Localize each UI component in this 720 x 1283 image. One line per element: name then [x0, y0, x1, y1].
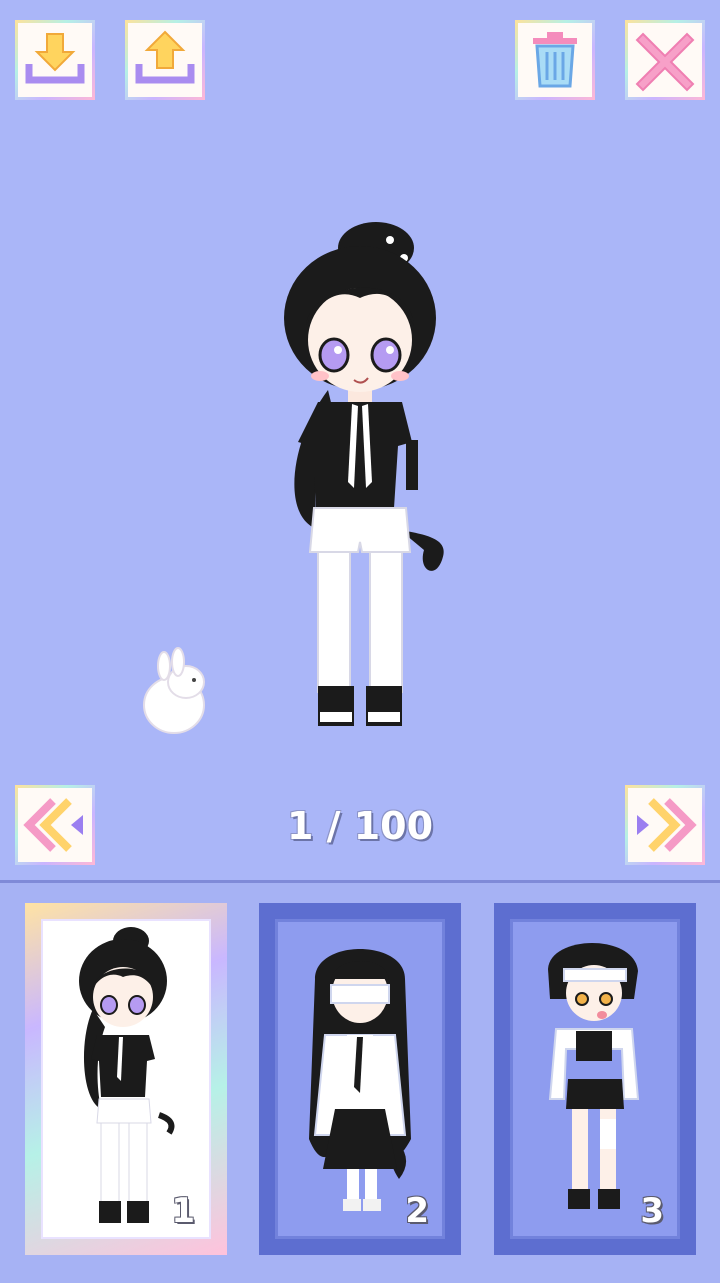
slot-number: 2: [405, 1191, 429, 1231]
close-button[interactable]: [625, 20, 705, 100]
download-button[interactable]: [15, 20, 95, 100]
slot-number: 3: [640, 1191, 664, 1231]
bunny-pet: [143, 647, 205, 734]
upload-button[interactable]: [125, 20, 205, 100]
save-slot-3[interactable]: 3: [494, 903, 696, 1255]
save-slot-2[interactable]: 2: [259, 903, 461, 1255]
double-chevron-right-icon: [637, 798, 697, 852]
delete-button[interactable]: [515, 20, 595, 100]
trash-can-icon: [533, 32, 577, 88]
previous-button[interactable]: [15, 785, 95, 865]
download-arrow-icon: [25, 33, 85, 84]
double-chevron-left-icon: [23, 798, 83, 852]
save-slot-1[interactable]: 1: [25, 903, 227, 1255]
character-preview[interactable]: [120, 200, 600, 760]
next-button[interactable]: [625, 785, 705, 865]
upload-arrow-icon: [135, 30, 195, 84]
outfit-counter: 1 / 100: [286, 804, 434, 848]
slot-number: 1: [171, 1191, 195, 1231]
close-x-icon: [635, 32, 695, 92]
